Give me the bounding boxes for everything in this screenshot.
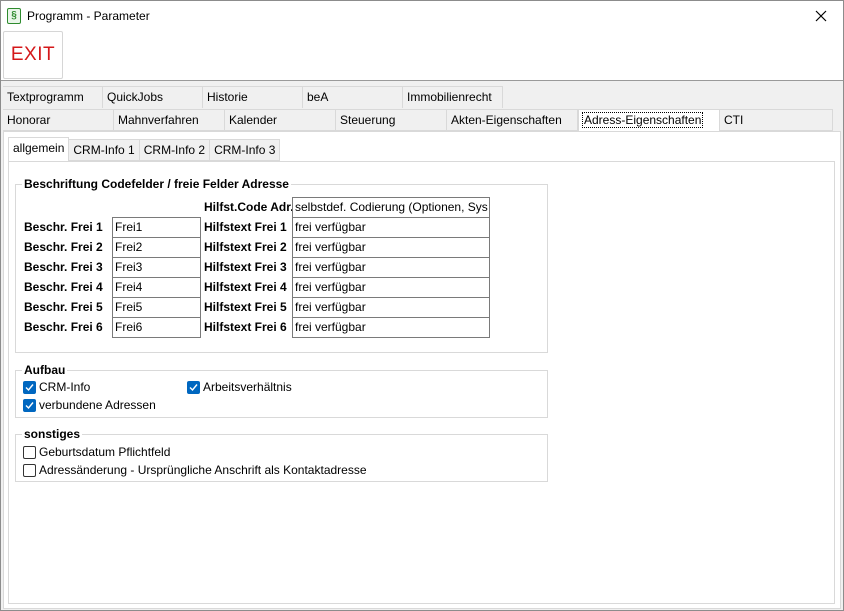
- subtab-allgemein[interactable]: allgemein: [8, 137, 70, 162]
- tab-akten-eigenschaften[interactable]: Akten-Eigenschaften: [447, 109, 578, 131]
- adressaenderung-checkbox[interactable]: Adressänderung - Ursprüngliche Anschrift…: [23, 463, 367, 477]
- checkbox-empty-icon: [23, 463, 36, 477]
- tab-honorar[interactable]: Honorar: [3, 109, 114, 131]
- check-icon: [23, 380, 36, 394]
- codefields-group: Beschriftung Codefelder / freie Felder A…: [15, 177, 548, 353]
- subtab-panel: Beschriftung Codefelder / freie Felder A…: [8, 161, 835, 604]
- sonstiges-group: sonstiges Geburtsdatum Pflichtfeld Adres…: [15, 427, 548, 482]
- app-icon: §: [7, 8, 21, 24]
- adressaenderung-label: Adressänderung - Ursprüngliche Anschrift…: [39, 463, 367, 477]
- geburtsdatum-pflichtfeld-checkbox[interactable]: Geburtsdatum Pflichtfeld: [23, 445, 170, 459]
- crm-info-label: CRM-Info: [39, 380, 91, 394]
- beschr-frei-5-label: Beschr. Frei 5: [24, 300, 103, 314]
- check-icon: [23, 398, 36, 412]
- beschr-frei-5-field[interactable]: Frei5: [112, 297, 201, 318]
- subtab-crm-info-1[interactable]: CRM-Info 1: [69, 139, 140, 161]
- beschr-frei-2-field[interactable]: Frei2: [112, 237, 201, 258]
- tab-cti[interactable]: CTI: [720, 109, 833, 131]
- sonstiges-group-title: sonstiges: [22, 427, 83, 441]
- beschr-frei-4-label: Beschr. Frei 4: [24, 280, 103, 294]
- arbeitsverhaeltnis-checkbox[interactable]: Arbeitsverhältnis: [187, 380, 292, 394]
- beschr-frei-3-label: Beschr. Frei 3: [24, 260, 103, 274]
- close-button[interactable]: [803, 4, 839, 28]
- tab-kalender[interactable]: Kalender: [225, 109, 336, 131]
- verbundene-adressen-label: verbundene Adressen: [39, 398, 156, 412]
- hilfstext-frei-3-field[interactable]: frei verfügbar: [292, 257, 490, 278]
- tab-historie[interactable]: Historie: [203, 86, 303, 108]
- tab-quickjobs[interactable]: QuickJobs: [103, 86, 203, 108]
- title-bar: § Programm - Parameter: [1, 1, 843, 31]
- exit-button[interactable]: EXIT: [3, 31, 63, 79]
- tab-row-2: Honorar Mahnverfahren Kalender Steuerung…: [3, 109, 833, 132]
- parameter-window: § Programm - Parameter EXIT Textprogramm…: [0, 0, 844, 611]
- hilfstext-frei-2-label: Hilfstext Frei 2: [204, 240, 287, 254]
- hilfstext-frei-3-label: Hilfstext Frei 3: [204, 260, 287, 274]
- aufbau-group: Aufbau CRM-Info Arbeitsverhältnis verbun…: [15, 363, 548, 418]
- close-icon: [815, 10, 827, 22]
- tab-immobilienrecht[interactable]: Immobilienrecht: [403, 86, 503, 108]
- crm-info-checkbox[interactable]: CRM-Info: [23, 380, 90, 394]
- beschr-frei-6-field[interactable]: Frei6: [112, 317, 201, 338]
- tab-adress-eigenschaften-label: Adress-Eigenschaften: [581, 112, 704, 128]
- hilfstext-frei-4-field[interactable]: frei verfügbar: [292, 277, 490, 298]
- tab-textprogramm[interactable]: Textprogramm: [3, 86, 103, 108]
- tab-row-1: Textprogramm QuickJobs Historie beA Immo…: [3, 86, 503, 108]
- window-title: Programm - Parameter: [27, 9, 150, 23]
- hilfstext-frei-5-label: Hilfstext Frei 5: [204, 300, 287, 314]
- checkbox-empty-icon: [23, 445, 36, 459]
- beschr-frei-4-field[interactable]: Frei4: [112, 277, 201, 298]
- check-icon: [187, 380, 200, 394]
- geburtsdatum-pflichtfeld-label: Geburtsdatum Pflichtfeld: [39, 445, 171, 459]
- beschr-frei-6-label: Beschr. Frei 6: [24, 320, 103, 334]
- hilfstext-frei-6-field[interactable]: frei verfügbar: [292, 317, 490, 338]
- toolbar: EXIT: [1, 31, 843, 81]
- beschr-frei-2-label: Beschr. Frei 2: [24, 240, 103, 254]
- hilfstext-frei-2-field[interactable]: frei verfügbar: [292, 237, 490, 258]
- hilfstext-frei-6-label: Hilfstext Frei 6: [204, 320, 287, 334]
- aufbau-group-title: Aufbau: [22, 363, 68, 377]
- arbeitsverhaeltnis-label: Arbeitsverhältnis: [203, 380, 292, 394]
- tab-mahnverfahren[interactable]: Mahnverfahren: [114, 109, 225, 131]
- verbundene-adressen-checkbox[interactable]: verbundene Adressen: [23, 398, 156, 412]
- hilfstext-frei-1-field[interactable]: frei verfügbar: [292, 217, 490, 238]
- subtab-crm-info-2[interactable]: CRM-Info 2: [139, 139, 211, 161]
- subtab-crm-info-3[interactable]: CRM-Info 3: [210, 139, 281, 161]
- beschr-frei-3-field[interactable]: Frei3: [112, 257, 201, 278]
- beschr-frei-1-label: Beschr. Frei 1: [24, 220, 103, 234]
- subtab-bar: allgemein CRM-Info 1 CRM-Info 2 CRM-Info…: [8, 137, 281, 162]
- tab-adress-eigenschaften[interactable]: Adress-Eigenschaften: [578, 109, 720, 132]
- codefields-group-title: Beschriftung Codefelder / freie Felder A…: [22, 177, 291, 191]
- tab-steuerung[interactable]: Steuerung: [336, 109, 447, 131]
- hilfst-code-field[interactable]: selbstdef. Codierung (Optionen, Sys: [292, 197, 490, 218]
- beschr-frei-1-field[interactable]: Frei1: [112, 217, 201, 238]
- hilfstext-frei-1-label: Hilfstext Frei 1: [204, 220, 287, 234]
- tab-panel: allgemein CRM-Info 1 CRM-Info 2 CRM-Info…: [3, 131, 841, 609]
- tab-bea[interactable]: beA: [303, 86, 403, 108]
- hilfstext-frei-5-field[interactable]: frei verfügbar: [292, 297, 490, 318]
- hilfst-code-label: Hilfst.Code Adr.: [204, 200, 294, 214]
- hilfstext-frei-4-label: Hilfstext Frei 4: [204, 280, 287, 294]
